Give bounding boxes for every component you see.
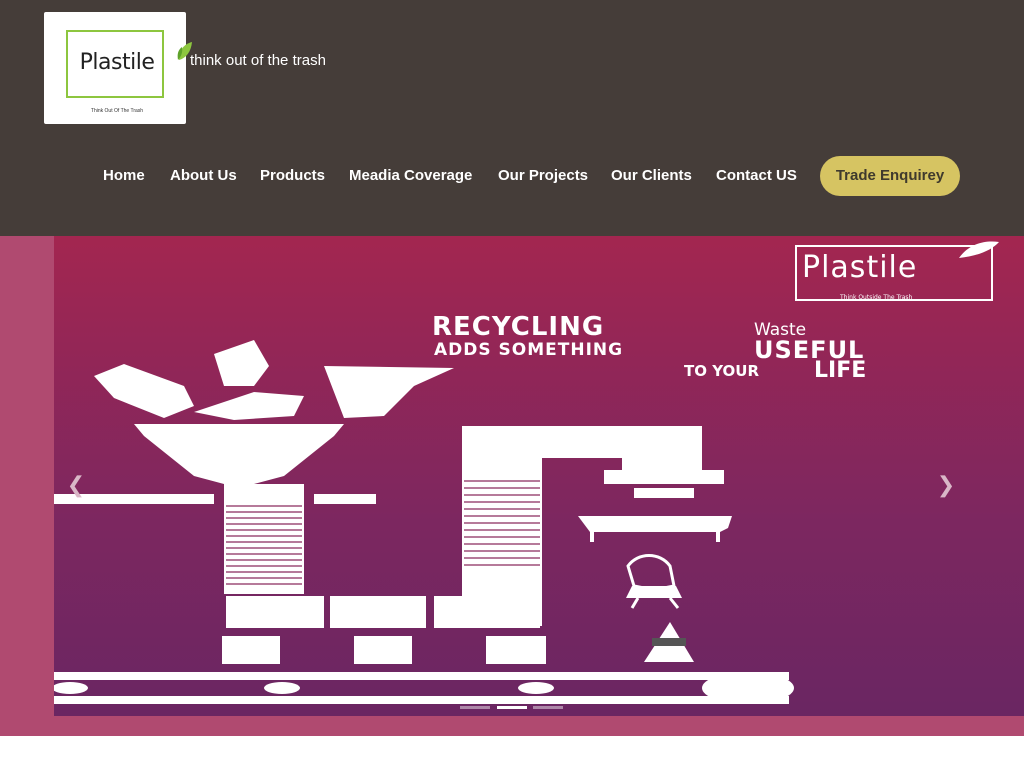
logo-wordmark: Plastile bbox=[79, 50, 155, 75]
recycling-illustration bbox=[54, 241, 999, 704]
nav-contact-us[interactable]: Contact US bbox=[716, 156, 797, 196]
nav-media-coverage[interactable]: Meadia Coverage bbox=[349, 156, 472, 196]
site-header: Plastile Think Out Of The Trash think ou… bbox=[0, 0, 1024, 236]
slide-indicator-2[interactable] bbox=[497, 706, 527, 709]
slide-brand-sub: Think Outside The Trash bbox=[840, 294, 913, 301]
nav-our-projects[interactable]: Our Projects bbox=[498, 156, 588, 196]
chevron-right-icon[interactable]: ❯ bbox=[936, 472, 956, 498]
trade-enquiry-button[interactable]: Trade Enquirey bbox=[820, 156, 960, 196]
headline-line2-small: ADDS SOMETHING bbox=[434, 340, 624, 360]
logo-subtitle: Think Out Of The Trash bbox=[90, 108, 144, 114]
headline-line3-small: TO YOUR bbox=[684, 362, 760, 380]
headline-line3-bold: LIFE bbox=[814, 358, 867, 383]
nav-about-us[interactable]: About Us bbox=[170, 156, 237, 196]
site-tagline: think out of the trash bbox=[190, 52, 326, 69]
nav-products[interactable]: Products bbox=[260, 156, 325, 196]
nav-our-clients[interactable]: Our Clients bbox=[611, 156, 692, 196]
main-nav: Home About Us Products Meadia Coverage O… bbox=[0, 156, 1024, 196]
nav-home[interactable]: Home bbox=[103, 156, 145, 196]
hero-slider: Plastile Think Outside The Trash RECYCLI… bbox=[0, 236, 1024, 736]
slide-indicator-3[interactable] bbox=[533, 706, 563, 709]
slide-indicator-1[interactable] bbox=[460, 706, 490, 709]
site-logo[interactable]: Plastile Think Out Of The Trash bbox=[44, 12, 192, 124]
logo-frame: Plastile Think Out Of The Trash bbox=[66, 30, 192, 114]
hero-slide: Plastile Think Outside The Trash RECYCLI… bbox=[54, 236, 1024, 716]
chevron-left-icon[interactable]: ❮ bbox=[66, 472, 86, 498]
slide-brand-word: Plastile bbox=[802, 250, 918, 285]
headline-line1-bold: RECYCLING bbox=[432, 312, 605, 342]
